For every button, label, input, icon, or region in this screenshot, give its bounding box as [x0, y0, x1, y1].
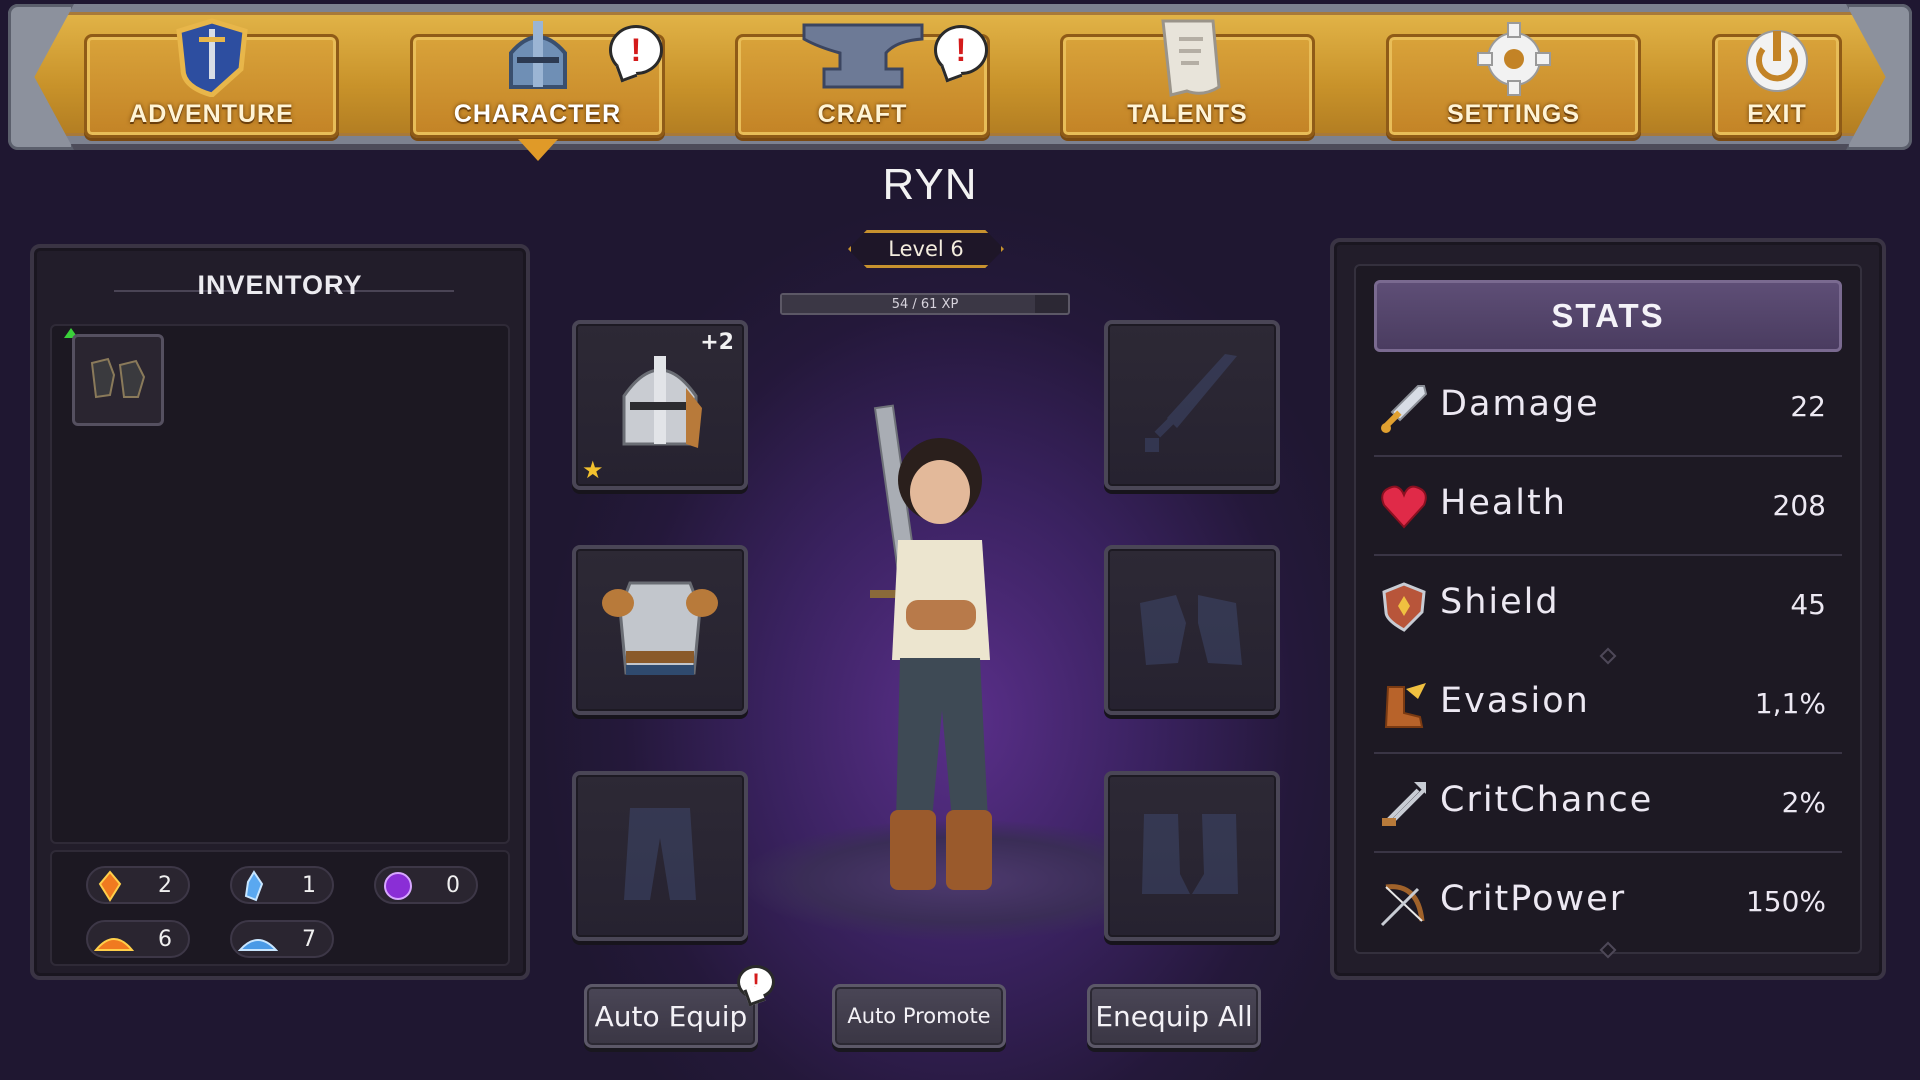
stat-value: 150% [1745, 885, 1826, 918]
gloves-icon [1132, 583, 1252, 677]
gauntlets-icon [86, 353, 150, 407]
stat-row-evasion: Evasion 1,1% [1374, 655, 1842, 754]
nav-settings-label: SETTINGS [1446, 100, 1580, 128]
resource-fire-dust: 6 [86, 920, 190, 958]
equip-slot-pants[interactable] [572, 771, 748, 941]
helmet-icon [493, 17, 583, 101]
unequip-all-label: Enequip All [1095, 999, 1253, 1033]
character-alert-badge: ! [609, 25, 663, 75]
nav-exit-label: EXIT [1747, 100, 1807, 128]
top-navigation-bar: ADVENTURE CHARACTER ! CRAFT ! TALENTS SE… [8, 4, 1912, 161]
stat-name: Shield [1440, 582, 1560, 622]
equip-slot-gloves[interactable] [1104, 545, 1280, 715]
nav-talents-button[interactable]: TALENTS [1060, 19, 1315, 138]
nav-adventure-button[interactable]: ADVENTURE [84, 18, 339, 138]
arrows-icon [1378, 778, 1430, 834]
purple-orb-icon [382, 870, 414, 908]
resource-count: 2 [158, 872, 172, 898]
equip-slot-weapon[interactable] [1104, 320, 1280, 490]
equip-slot-armor[interactable] [572, 545, 748, 715]
stat-value: 208 [1772, 489, 1826, 522]
winged-boot-icon [1378, 679, 1430, 735]
active-indicator [517, 139, 558, 161]
stat-name: CritPower [1440, 879, 1627, 919]
stats-panel: STATS Damage 22 Health 208 Shield 45 Eva… [1330, 238, 1886, 980]
inventory-title: INVENTORY [197, 270, 363, 300]
resource-purple-orb: 0 [374, 866, 478, 904]
nav-adventure-label: ADVENTURE [129, 100, 294, 128]
stat-name: Health [1440, 483, 1567, 523]
sword-icon [1378, 382, 1430, 438]
nav-settings-button[interactable]: SETTINGS [1386, 22, 1641, 138]
pants-icon [620, 804, 700, 908]
resource-ice-crystal: 1 [230, 866, 334, 904]
stat-name: CritChance [1440, 780, 1654, 820]
resource-ice-dust: 7 [230, 920, 334, 958]
resource-count: 1 [302, 872, 316, 898]
character-model[interactable] [840, 400, 1040, 920]
equip-slot-boots[interactable] [1104, 771, 1280, 941]
xp-text: 54 / 61 XP [891, 296, 959, 312]
stat-row-shield: Shield 45 [1374, 556, 1842, 655]
stat-value: 22 [1790, 390, 1826, 423]
scroll-icon [1143, 17, 1233, 105]
nav-exit-button[interactable]: EXIT [1712, 30, 1842, 138]
nav-character-label: CHARACTER [453, 100, 622, 128]
auto-promote-label: Auto Promote [847, 1004, 991, 1028]
stat-row-critpower: CritPower 150% [1374, 853, 1842, 952]
stats-title: STATS [1374, 280, 1842, 352]
auto-equip-label: Auto Equip [594, 999, 748, 1033]
helmet-upgrade-level: +2 [700, 330, 734, 355]
inventory-panel: INVENTORY 2 1 0 6 7 [30, 244, 530, 980]
helmet-icon [610, 348, 710, 462]
boots-icon [1132, 804, 1252, 908]
nav-character-button[interactable]: CHARACTER ! [410, 21, 665, 161]
sword-icon [1137, 348, 1247, 462]
stat-value: 2% [1781, 786, 1826, 819]
auto-promote-button[interactable]: Auto Promote [832, 984, 1006, 1048]
character-name: RYN [882, 160, 978, 209]
stat-name: Evasion [1440, 681, 1590, 721]
stat-row-critchance: CritChance 2% [1374, 754, 1842, 853]
ice-crystal-icon [238, 870, 270, 908]
stat-name: Damage [1440, 384, 1600, 424]
resources-area: 2 1 0 6 7 [50, 850, 510, 966]
resource-count: 6 [158, 926, 172, 952]
stat-row-damage: Damage 22 [1374, 358, 1842, 457]
nav-craft-label: CRAFT [817, 100, 908, 128]
gear-icon [1469, 17, 1559, 101]
anvil-icon [798, 17, 928, 101]
stat-value: 1,1% [1754, 687, 1826, 720]
nav-craft-button[interactable]: CRAFT ! [735, 23, 990, 138]
ice-dust-icon [237, 924, 279, 962]
bow-icon [1378, 877, 1430, 933]
resource-count: 0 [446, 872, 460, 898]
stat-row-health: Health 208 [1374, 457, 1842, 556]
shield-icon [1378, 580, 1430, 636]
chest-armor-icon [600, 573, 720, 687]
unequip-all-button[interactable]: Enequip All [1087, 984, 1261, 1048]
resource-fire-crystal: 2 [86, 866, 190, 904]
auto-equip-button[interactable]: Auto Equip ! [584, 965, 775, 1048]
shield-sword-icon [167, 17, 257, 101]
inventory-item-gauntlets[interactable] [72, 334, 164, 426]
xp-bar: 54 / 61 XP [780, 293, 1070, 315]
auto-equip-alert-badge: ! [737, 965, 775, 999]
stat-value: 45 [1790, 588, 1826, 621]
equip-slot-helmet[interactable]: +2 ★ [572, 320, 748, 490]
resource-count: 7 [302, 926, 316, 952]
fire-dust-icon [93, 924, 135, 962]
heart-icon [1378, 481, 1430, 537]
fire-crystal-icon [94, 870, 126, 908]
star-icon: ★ [582, 456, 604, 484]
nav-talents-label: TALENTS [1127, 100, 1248, 128]
level-badge: Level 6 [848, 230, 1004, 268]
craft-alert-badge: ! [934, 25, 988, 75]
power-icon [1737, 17, 1817, 101]
